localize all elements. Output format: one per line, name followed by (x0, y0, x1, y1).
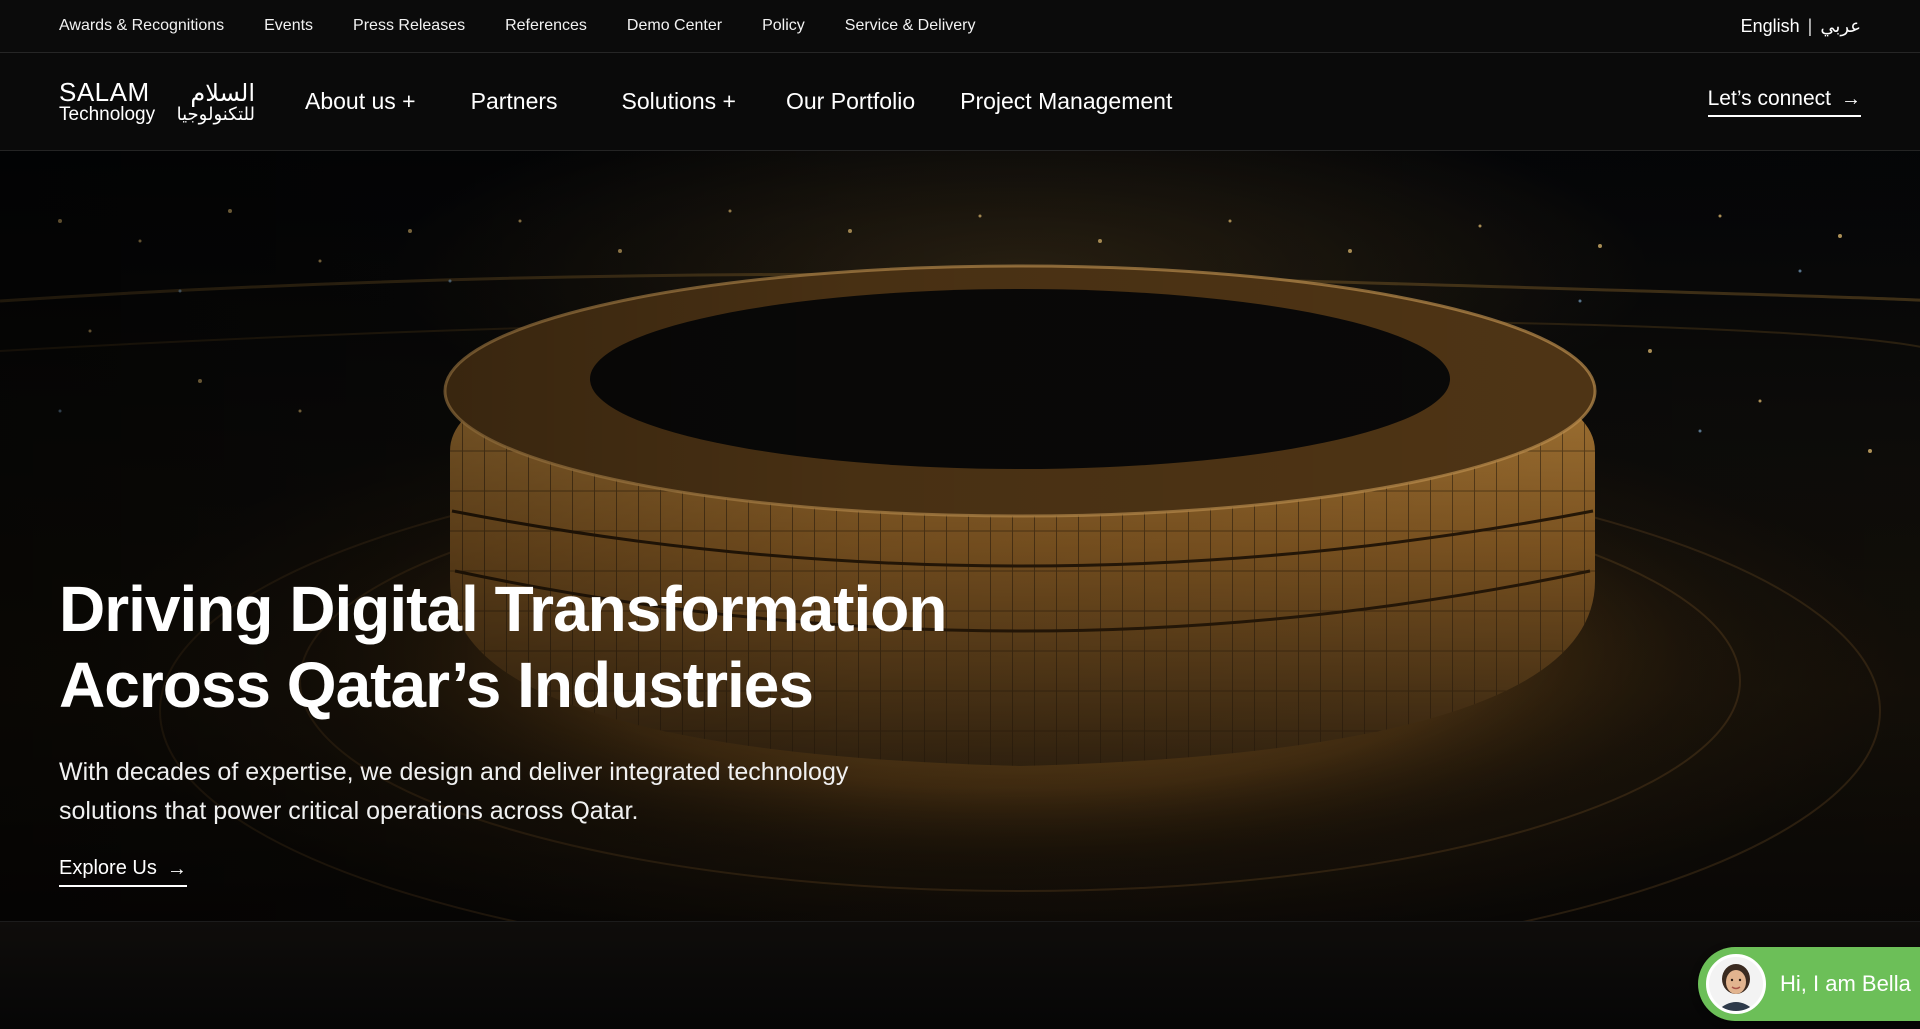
hero-title-line-1: Driving Digital Transformation (59, 573, 947, 645)
hero-content: Driving Digital Transformation Across Qa… (59, 571, 959, 887)
chat-widget-button[interactable]: Hi, I am Bella (1698, 947, 1920, 1021)
logo-salam-arabic-text: السلام (190, 79, 255, 107)
utility-link-policy[interactable]: Policy (762, 17, 805, 34)
language-english[interactable]: English (1741, 16, 1800, 37)
explore-us-button[interactable]: Explore Us → (59, 857, 187, 887)
logo-salam-text: SALAM (59, 77, 150, 107)
logo-bottom-row: Technology للتكنولوجيا (59, 105, 255, 124)
lets-connect-label: Let’s connect (1707, 86, 1831, 110)
nav-about-us[interactable]: About us + (305, 88, 416, 114)
chat-greeting: Hi, I am Bella (1780, 971, 1911, 996)
arrow-right-icon: → (1841, 87, 1861, 110)
nav-partners[interactable]: Partners (471, 88, 558, 114)
primary-nav-links: About us + Partners Solutions + Our Port… (305, 88, 1227, 115)
hero-section: Driving Digital Transformation Across Qa… (0, 151, 1920, 921)
language-switcher: English | عربي (1741, 16, 1861, 37)
utility-link-awards[interactable]: Awards & Recognitions (59, 17, 224, 34)
hero-title-line-2: Across Qatar’s Industries (59, 649, 814, 721)
explore-us-label: Explore Us (59, 857, 157, 879)
language-separator: | (1807, 15, 1813, 36)
utility-link-service-delivery[interactable]: Service & Delivery (845, 17, 976, 34)
bella-avatar (1706, 954, 1766, 1014)
bella-avatar-icon (1709, 957, 1763, 1011)
nav-project-management[interactable]: Project Management (960, 88, 1172, 114)
next-section-band (0, 921, 1920, 1029)
logo-top-row: SALAM السلام (59, 79, 255, 105)
utility-links: Awards & Recognitions Events Press Relea… (59, 17, 975, 35)
language-arabic[interactable]: عربي (1820, 16, 1861, 37)
logo-technology-text: Technology (59, 104, 156, 125)
logo-technology-arabic-text: للتكنولوجيا (176, 104, 255, 125)
lets-connect-button[interactable]: Let’s connect → (1707, 86, 1861, 117)
nav-our-portfolio[interactable]: Our Portfolio (786, 88, 915, 114)
nav-solutions[interactable]: Solutions + (622, 88, 736, 114)
hero-subtitle: With decades of expertise, we design and… (59, 758, 849, 825)
hero-title: Driving Digital Transformation Across Qa… (59, 571, 959, 723)
page: Awards & Recognitions Events Press Relea… (0, 0, 1920, 1029)
arrow-right-icon: → (166, 857, 187, 880)
utility-link-press-releases[interactable]: Press Releases (353, 17, 465, 34)
utility-bar: Awards & Recognitions Events Press Relea… (0, 0, 1920, 53)
utility-link-references[interactable]: References (505, 17, 587, 34)
salam-technology-logo[interactable]: SALAM السلام Technology للتكنولوجيا (59, 79, 255, 124)
utility-link-events[interactable]: Events (264, 17, 313, 34)
main-nav: SALAM السلام Technology للتكنولوجيا Abou… (0, 53, 1920, 151)
utility-link-demo-center[interactable]: Demo Center (627, 17, 722, 34)
